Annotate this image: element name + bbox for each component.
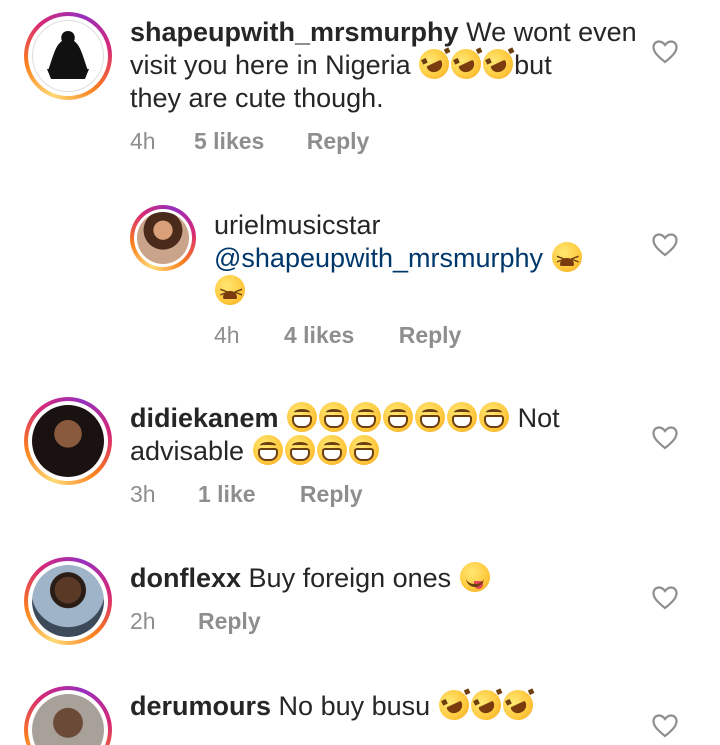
reply-button[interactable]: Reply [307, 128, 370, 154]
rolling-on-floor-laughing-icon [465, 685, 506, 725]
heart-outline-icon[interactable] [652, 40, 678, 64]
avatar-didiekanem[interactable] [24, 397, 112, 485]
squinting-laughing-icon [215, 275, 245, 309]
grinning-face-icon [415, 402, 446, 432]
comment-text: No buy busu [278, 691, 431, 721]
heart-outline-icon[interactable] [652, 714, 678, 738]
comment-body: urielmusicstar @shapeupwith_mrsmurphy [214, 209, 634, 309]
avatar-logo-icon [35, 23, 101, 89]
grinning-face-icon [479, 402, 510, 432]
comment-username[interactable]: donflexx [130, 563, 241, 593]
likes-count[interactable]: 5 likes [194, 128, 264, 154]
comment-text: but [514, 50, 552, 80]
reply-button[interactable]: Reply [300, 481, 363, 507]
rolling-on-floor-laughing-icon [414, 44, 455, 84]
rolling-on-floor-laughing-icon [446, 44, 487, 84]
grinning-face-icon [287, 402, 318, 432]
comment-body: donflexx Buy foreign ones [130, 562, 650, 595]
heart-outline-icon[interactable] [652, 233, 678, 257]
likes-count[interactable]: 1 like [198, 481, 256, 507]
heart-outline-icon[interactable] [652, 426, 678, 450]
comment-text: visit you here in Nigeria [130, 50, 411, 80]
avatar-shapeupwith-mrsmurphy[interactable] [24, 12, 112, 100]
avatar-derumours[interactable] [24, 686, 112, 745]
grinning-face-icon [284, 435, 315, 465]
grinning-face-icon [316, 435, 347, 465]
avatar-urielmusicstar[interactable] [130, 205, 196, 271]
comment-text: We wont even [466, 17, 637, 47]
likes-count[interactable]: 4 likes [284, 322, 354, 348]
comment-text: they are cute though. [130, 83, 384, 113]
squinting-laughing-icon [551, 242, 582, 276]
rolling-on-floor-laughing-icon [478, 44, 519, 84]
heart-outline-icon[interactable] [652, 586, 678, 610]
comment-body: derumours No buy busu [130, 685, 650, 725]
comment-time: 2h [130, 608, 156, 634]
comment-text: Buy foreign ones [248, 563, 452, 593]
grinning-face-icon [319, 402, 350, 432]
comment-meta: 3h 1 like Reply [130, 481, 363, 508]
comment-username[interactable]: derumours [130, 691, 271, 721]
avatar-donflexx[interactable] [24, 557, 112, 645]
grinning-face-icon [252, 435, 283, 465]
grinning-face-icon [447, 402, 478, 432]
comment-time: 3h [130, 481, 156, 507]
comment-username[interactable]: shapeupwith_mrsmurphy [130, 17, 459, 47]
comment-body: didiekanem Not advisable [130, 402, 650, 468]
reply-button[interactable]: Reply [399, 322, 462, 348]
grinning-face-icon [383, 402, 414, 432]
mention-link[interactable]: @shapeupwith_mrsmurphy [214, 243, 543, 273]
comment-meta: 2h Reply [130, 608, 261, 635]
face-savoring-food-icon [459, 562, 490, 592]
comment-body: shapeupwith_mrsmurphy We wont even visit… [130, 16, 650, 115]
comment-text: advisable [130, 436, 245, 466]
comment-time: 4h [130, 128, 156, 154]
comment-text: Not [517, 403, 560, 433]
grinning-face-icon [351, 402, 382, 432]
comment-username[interactable]: didiekanem [130, 403, 279, 433]
comment-meta: 4h 5 likes Reply [130, 128, 369, 155]
comment-time: 4h [214, 322, 240, 348]
rolling-on-floor-laughing-icon [497, 685, 538, 725]
comment-username[interactable]: urielmusicstar [214, 210, 381, 240]
grinning-face-icon [348, 435, 379, 465]
rolling-on-floor-laughing-icon [433, 685, 474, 725]
comment-meta: 4h 4 likes Reply [214, 322, 461, 349]
reply-button[interactable]: Reply [198, 608, 261, 634]
